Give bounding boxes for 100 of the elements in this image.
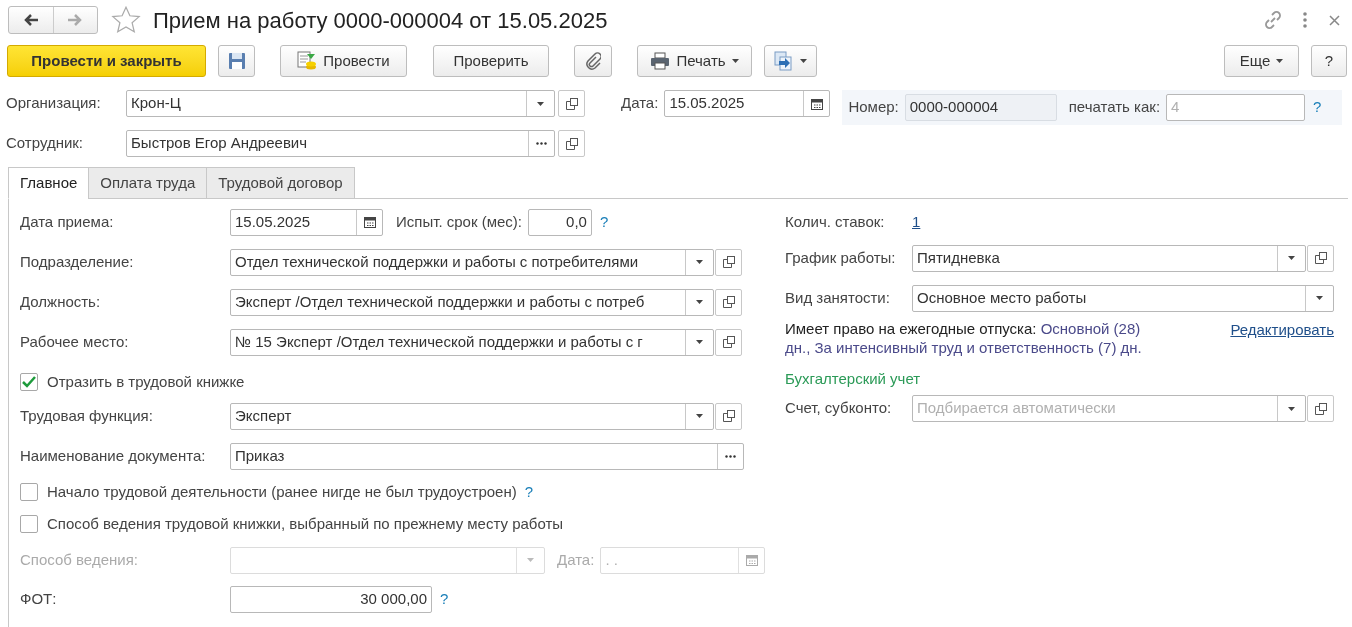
open-window-icon: [1314, 252, 1327, 264]
tab[interactable]: Главное: [8, 167, 90, 199]
open-window-icon: [722, 296, 735, 308]
caret-icon: [800, 59, 807, 63]
rates-link[interactable]: 1: [912, 210, 921, 234]
hire-date-field[interactable]: 15.05.2025: [230, 208, 383, 236]
payroll-field[interactable]: 30 000,00: [230, 585, 432, 613]
open-button[interactable]: [715, 402, 742, 430]
help-link[interactable]: ?: [524, 480, 534, 504]
open-window-icon: [565, 97, 578, 110]
document-name-field[interactable]: Приказ: [230, 442, 744, 470]
help-link[interactable]: ?: [440, 587, 449, 611]
caret-icon: [696, 260, 703, 264]
section-title: Бухгалтерский учет: [785, 369, 922, 389]
tab[interactable]: Оплата труда: [88, 167, 208, 199]
field-label: Трудовая функция:: [20, 405, 154, 426]
open-button[interactable]: [715, 248, 742, 276]
paperclip-icon: [585, 52, 601, 70]
open-window-icon: [722, 410, 735, 422]
window-title: Прием на работу 0000-000004 от 15.05.2025: [153, 6, 608, 35]
field-label: График работы:: [785, 247, 897, 268]
field-label: Сотрудник:: [6, 133, 85, 154]
number-field[interactable]: 0000-000004: [904, 94, 1057, 121]
department-field[interactable]: Отдел технической поддержки и работы с потребителями: [230, 248, 714, 276]
date-field[interactable]: 15.05.2025: [664, 90, 831, 117]
link-icon[interactable]: [1263, 10, 1283, 30]
calendar-icon: [745, 554, 758, 566]
caret-icon: [1316, 296, 1323, 300]
open-button[interactable]: [715, 288, 742, 316]
tab[interactable]: Трудовой договор: [206, 167, 355, 199]
arrow-right-icon: [68, 14, 83, 26]
workplace-field[interactable]: № 15 Эксперт /Отдел технической поддержки и работы с г: [230, 328, 714, 356]
caret-icon: [537, 101, 544, 106]
ellipsis-icon: [725, 454, 736, 458]
calendar-icon: [810, 97, 823, 110]
field-label: Начало трудовой деятельности (ранее нигде не был трудоустроен): [47, 481, 517, 502]
help-link[interactable]: ?: [599, 210, 609, 234]
checkbox[interactable]: [20, 373, 38, 391]
open-button[interactable]: [1307, 244, 1334, 272]
checkbox[interactable]: [20, 515, 38, 533]
open-window-icon: [722, 336, 735, 348]
field-label: Испыт. срок (мес):: [396, 211, 522, 232]
employee-field[interactable]: Быстров Егор Андреевич: [126, 130, 555, 157]
schedule-field[interactable]: Пятидневка: [912, 244, 1306, 272]
checkbox[interactable]: [20, 483, 38, 501]
more-icon[interactable]: [1303, 12, 1307, 28]
field-label: Номер:: [848, 97, 899, 118]
caret-icon: [1276, 59, 1284, 63]
print-button[interactable]: Печать: [637, 45, 752, 77]
field-label: Способ ведения:: [20, 549, 139, 570]
ellipsis-icon: [536, 142, 547, 145]
field-label: Подразделение:: [20, 251, 135, 272]
employment-type-field[interactable]: Основное место работы: [912, 284, 1334, 312]
caret-icon: [527, 558, 534, 562]
help-button[interactable]: ?: [1311, 45, 1347, 77]
edit-link[interactable]: Редактировать: [1230, 319, 1334, 342]
field-label: Наименование документа:: [20, 445, 207, 466]
position-field[interactable]: Эксперт /Отдел технической поддержки и работы с потреб: [230, 288, 714, 316]
field-label: Рабочее место:: [20, 331, 130, 352]
field-label: Должность:: [20, 291, 102, 312]
field-label: ФОТ:: [20, 588, 58, 609]
field-label: Организация:: [6, 93, 102, 114]
probation-field[interactable]: 0,0: [527, 208, 592, 236]
field-label: Вид занятости:: [785, 287, 891, 308]
labor-function-field[interactable]: Эксперт: [230, 402, 714, 430]
calendar-icon: [363, 216, 376, 228]
field-label: Счет, субконто:: [785, 398, 893, 419]
close-icon[interactable]: [1329, 14, 1340, 26]
caret-icon: [696, 340, 703, 344]
attach-button[interactable]: [574, 45, 612, 77]
star-icon[interactable]: [111, 6, 141, 34]
open-button[interactable]: [715, 328, 742, 356]
field-label: Дата приема:: [20, 211, 115, 232]
field-label: Отразить в трудовой книжке: [47, 371, 245, 392]
checkmark-icon: [22, 376, 36, 388]
help-link[interactable]: ?: [1313, 96, 1322, 119]
open-button[interactable]: [558, 130, 585, 157]
field-label: Способ ведения трудовой книжки, выбранный по прежнему месту работы: [47, 513, 564, 534]
open-window-icon: [565, 137, 578, 150]
open-button[interactable]: [558, 90, 585, 117]
more-menu-button[interactable]: Еще: [1224, 45, 1299, 77]
field-label: Колич. ставок:: [785, 211, 886, 232]
printer-icon: [650, 52, 671, 70]
caret-icon: [1288, 406, 1295, 411]
caret-icon: [731, 59, 739, 63]
open-window-icon: [722, 256, 735, 268]
check-button[interactable]: Проверить: [433, 45, 549, 77]
open-window-icon: [1314, 402, 1327, 415]
caret-icon: [696, 300, 703, 304]
caret-icon: [1288, 256, 1295, 260]
post-and-close-button[interactable]: Провести и закрыть: [7, 45, 206, 77]
field-label: Дата:: [557, 549, 595, 570]
documents-arrow-icon: [774, 51, 794, 71]
open-button[interactable]: [1307, 395, 1334, 422]
vacations-text: Имеет право на ежегодные отпуска: Основной (28) дн., За интенсивный труд и ответственность (7) дн.: [785, 319, 1143, 357]
post-button[interactable]: Провести: [280, 45, 407, 77]
organization-field[interactable]: Крон-Ц: [126, 90, 555, 117]
save-button[interactable]: [218, 45, 255, 77]
arrow-left-icon: [23, 14, 38, 26]
exchange-button[interactable]: [764, 45, 817, 77]
